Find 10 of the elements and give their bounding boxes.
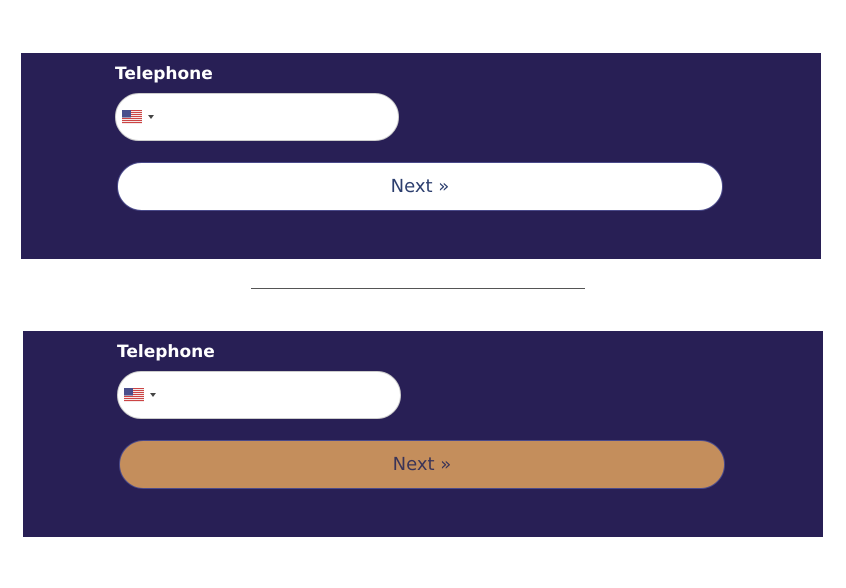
telephone-field[interactable] bbox=[117, 371, 401, 419]
next-button[interactable]: Next » bbox=[119, 440, 725, 489]
us-flag-icon bbox=[122, 110, 142, 124]
field-label: Telephone bbox=[115, 64, 213, 84]
telephone-field[interactable] bbox=[115, 93, 399, 141]
next-button[interactable]: Next » bbox=[117, 162, 723, 211]
caret-icon[interactable] bbox=[148, 115, 154, 119]
field-label: Telephone bbox=[117, 342, 215, 362]
caret-icon[interactable] bbox=[150, 393, 156, 397]
us-flag-icon bbox=[124, 388, 144, 402]
